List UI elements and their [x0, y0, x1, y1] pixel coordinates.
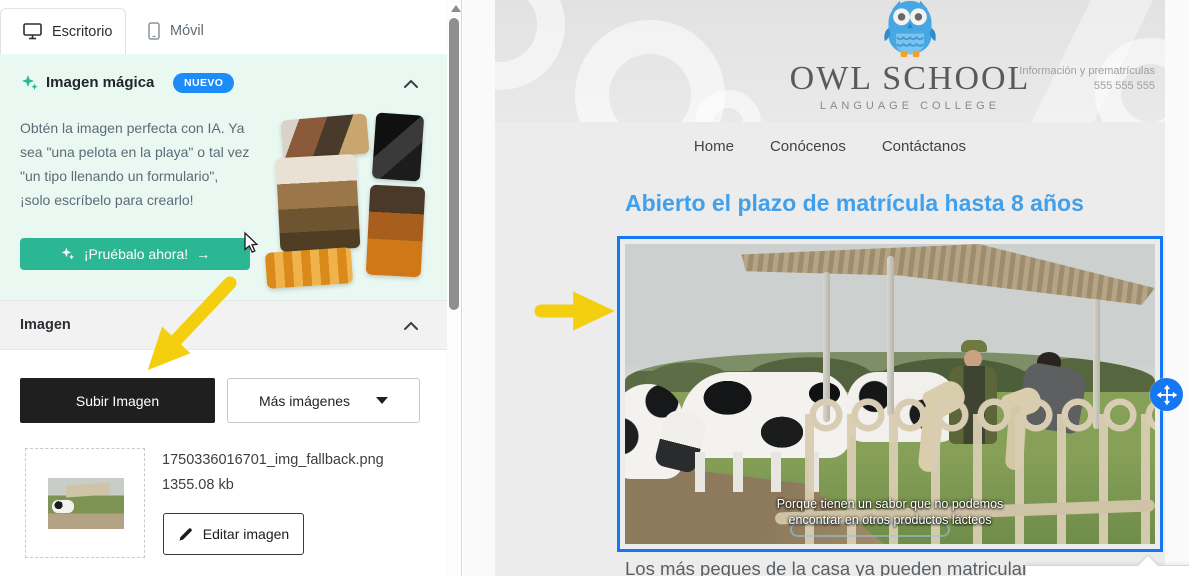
magic-image-section: Imagen mágica NUEVO Obtén la imagen perf… [0, 54, 447, 300]
magic-image-description: Obtén la imagen perfecta con IA. Ya sea … [20, 116, 252, 212]
selected-image[interactable]: Porque tienen un sabor que no podemos en… [617, 236, 1163, 552]
cow-feeding-photo: Porque tienen un sabor que no podemos en… [625, 244, 1155, 544]
contact-phone: 555 555 555 [1019, 79, 1155, 94]
site-page: OWL SCHOOL LANGUAGE COLLEGE Información … [495, 0, 1165, 576]
ai-sample-photo [280, 113, 369, 160]
move-icon [1156, 384, 1178, 406]
tab-mobile-label: Móvil [170, 23, 204, 39]
caption-line1: Porque tienen un sabor que no podemos [625, 496, 1155, 512]
arrow-right-icon: → [196, 246, 210, 262]
current-image-box[interactable] [25, 448, 145, 558]
sparkles-icon [60, 246, 76, 262]
move-handle[interactable] [1150, 378, 1183, 411]
try-it-now-label: ¡Pruébalo ahora! [84, 246, 188, 262]
ai-sample-photo [265, 247, 353, 289]
chevron-up-icon[interactable] [403, 321, 419, 331]
photo-shelter-roof [715, 244, 1155, 349]
more-images-button[interactable]: Más imágenes [227, 378, 420, 423]
more-images-label: Más imágenes [259, 393, 350, 409]
tab-desktop-label: Escritorio [52, 24, 112, 40]
monitor-icon [23, 23, 42, 40]
caption-line2: encontrar en otros productos lácteos [625, 512, 1155, 528]
nav-conocenos[interactable]: Conócenos [770, 138, 846, 155]
magic-image-header[interactable]: Imagen mágica NUEVO [0, 68, 447, 100]
tab-mobile[interactable]: Móvil [126, 8, 226, 54]
site-logo[interactable]: OWL SCHOOL LANGUAGE COLLEGE [750, 0, 1070, 112]
edit-image-button[interactable]: Editar imagen [163, 513, 304, 555]
tooltip-box [1025, 565, 1189, 576]
ai-sample-photo [276, 154, 361, 252]
ai-sample-photo [372, 112, 424, 181]
sparkles-icon [20, 73, 40, 93]
site-preview: OWL SCHOOL LANGUAGE COLLEGE Información … [463, 0, 1189, 576]
page-heading: Abierto el plazo de matrícula hasta 8 añ… [625, 190, 1084, 217]
upload-image-button[interactable]: Subir Imagen [20, 378, 215, 423]
scrollbar-up-arrow[interactable] [451, 5, 461, 12]
ai-sample-photo [366, 185, 426, 278]
banner-decoration [495, 0, 565, 90]
shelter-pole [887, 256, 894, 416]
scrollbar-thumb[interactable] [449, 18, 459, 310]
image-section-title: Imagen [20, 317, 71, 333]
image-section-header[interactable]: Imagen [0, 300, 447, 350]
editor-window: Escritorio Móvil Imagen mágica NUEVO [0, 0, 1189, 576]
nav-home[interactable]: Home [694, 138, 734, 155]
file-size: 1355.08 kb [162, 477, 234, 493]
magic-image-title: Imagen mágica [46, 74, 154, 91]
nav-contactanos[interactable]: Contáctanos [882, 138, 966, 155]
edit-image-label: Editar imagen [203, 526, 289, 542]
pencil-icon [178, 527, 193, 542]
chevron-up-icon[interactable] [403, 79, 419, 89]
editor-sidebar: Escritorio Móvil Imagen mágica NUEVO [0, 0, 447, 576]
smartphone-icon [148, 22, 160, 40]
photo-caption: Porque tienen un sabor que no podemos en… [625, 496, 1155, 528]
contact-line1: Información y prematrículas [1019, 64, 1155, 79]
tab-desktop[interactable]: Escritorio [0, 8, 126, 54]
owl-logo-icon [877, 0, 943, 58]
device-tabbar: Escritorio Móvil [0, 0, 447, 54]
new-badge: NUEVO [173, 73, 234, 93]
caret-down-icon [376, 397, 388, 404]
file-name: 1750336016701_img_fallback.png [162, 452, 432, 468]
site-nav: Home Conócenos Contáctanos [495, 138, 1165, 155]
try-it-now-button[interactable]: ¡Pruébalo ahora! → [20, 238, 250, 270]
contact-info: Información y prematrículas 555 555 555 [1019, 64, 1155, 94]
site-banner: OWL SCHOOL LANGUAGE COLLEGE Información … [495, 0, 1165, 122]
ai-sample-collage [258, 114, 433, 294]
current-image-thumbnail [48, 478, 124, 529]
school-subtitle: LANGUAGE COLLEGE [750, 100, 1070, 112]
